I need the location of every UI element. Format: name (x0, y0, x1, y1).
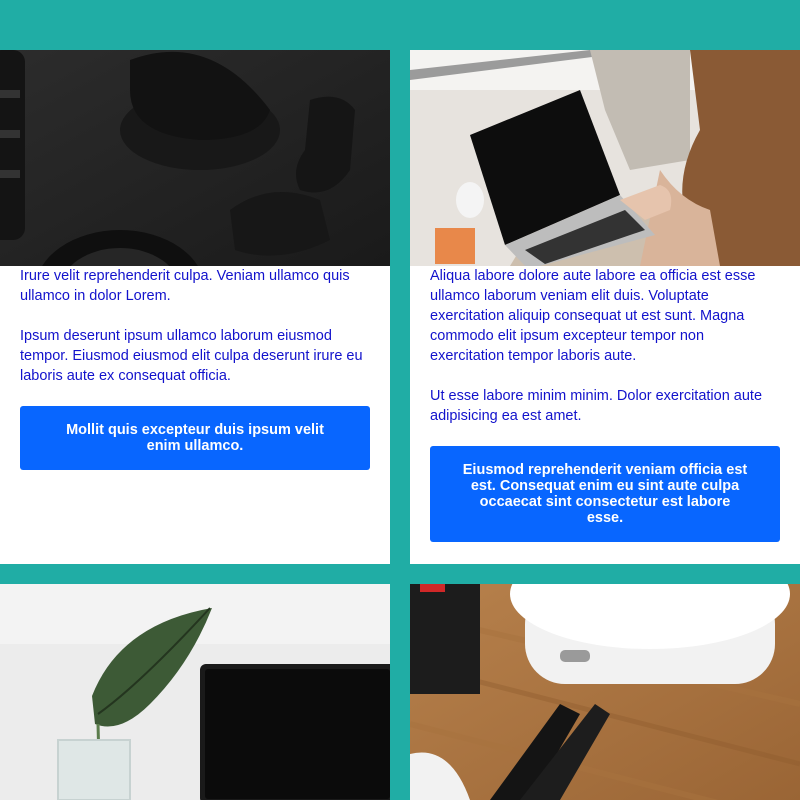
card-button[interactable]: Eiusmod reprehenderit veniam officia est… (430, 446, 780, 542)
card-1: Irure velit reprehenderit culpa. Veniam … (0, 50, 390, 564)
plant-laptop-photo (0, 584, 390, 800)
card-4 (410, 584, 800, 800)
earbuds-case-photo (410, 584, 800, 800)
camera-gear-photo (0, 50, 390, 266)
card-paragraph: Ipsum deserunt ipsum ullamco laborum eiu… (20, 328, 363, 384)
card-paragraph: Aliqua labore dolore aute labore ea offi… (430, 268, 756, 364)
card-button[interactable]: Mollit quis excepteur duis ipsum velit e… (20, 406, 370, 470)
card-3 (0, 584, 390, 800)
laptop-woman-photo (410, 50, 800, 266)
card-paragraph: Ut esse labore minim minim. Dolor exerci… (430, 388, 763, 424)
card-2: Aliqua labore dolore aute labore ea offi… (410, 50, 800, 564)
card-paragraph: Irure velit reprehenderit culpa. Veniam … (20, 268, 350, 304)
